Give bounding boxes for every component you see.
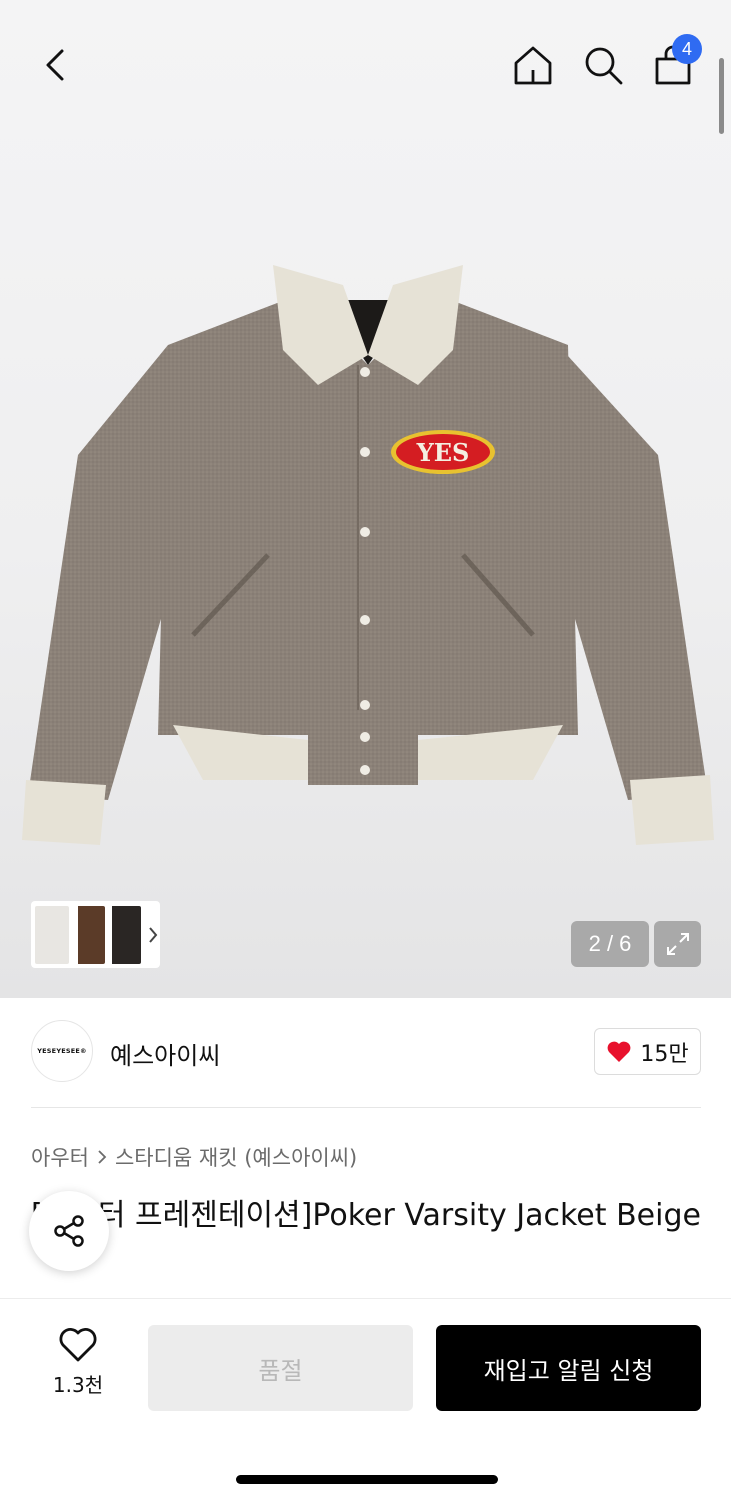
thumbnail-beige[interactable] bbox=[35, 905, 69, 964]
product-title: [아우터 프레젠테이션]Poker Varsity Jacket Beige bbox=[31, 1198, 701, 1233]
brand-like-button[interactable]: 15만 bbox=[594, 1028, 701, 1075]
restock-alert-button[interactable]: 재입고 알림 신청 bbox=[436, 1325, 701, 1411]
heart-outline-icon bbox=[59, 1328, 97, 1362]
fullscreen-button[interactable] bbox=[654, 921, 701, 967]
back-icon bbox=[46, 49, 64, 81]
search-icon bbox=[585, 47, 623, 85]
cart-button[interactable]: 4 bbox=[648, 34, 702, 90]
thumbnail-black[interactable] bbox=[107, 905, 141, 964]
thumbnail-brown[interactable] bbox=[71, 905, 105, 964]
brand-name[interactable]: 예스아이씨 bbox=[110, 1036, 220, 1071]
wishlist-button[interactable]: 1.3천 bbox=[40, 1327, 116, 1398]
back-button[interactable] bbox=[30, 40, 80, 90]
heart-filled-icon bbox=[607, 1041, 631, 1062]
share-button[interactable] bbox=[29, 1191, 109, 1271]
color-variant-thumbnails[interactable] bbox=[31, 901, 160, 968]
brand-row: YESEYESEE® 예스아이씨 15만 bbox=[31, 1020, 701, 1086]
brand-logo[interactable]: YESEYESEE® bbox=[31, 1020, 93, 1082]
search-button[interactable] bbox=[578, 40, 628, 90]
share-icon bbox=[54, 1215, 84, 1247]
chevron-right-icon[interactable] bbox=[147, 925, 159, 945]
brand-like-count: 15만 bbox=[640, 1041, 689, 1067]
divider bbox=[31, 1107, 701, 1108]
soldout-button: 품절 bbox=[148, 1325, 413, 1411]
home-indicator bbox=[236, 1475, 498, 1484]
top-navigation-bar: 4 bbox=[0, 0, 731, 130]
breadcrumb: 아우터 스타디움 재킷 (예스아이씨) bbox=[31, 1142, 357, 1172]
patch-text: YES bbox=[416, 438, 470, 467]
image-counter: 2 / 6 bbox=[571, 921, 649, 967]
bottom-action-bar: 1.3천 품절 재입고 알림 신청 bbox=[0, 1298, 731, 1500]
product-image-gallery[interactable]: YES 4 2 / 6 bbox=[0, 0, 731, 998]
home-button[interactable] bbox=[508, 40, 558, 90]
breadcrumb-subcategory[interactable]: 스타디움 재킷 (예스아이씨) bbox=[115, 1142, 357, 1172]
home-icon bbox=[514, 46, 552, 85]
breadcrumb-category[interactable]: 아우터 bbox=[31, 1142, 89, 1172]
scrollbar[interactable] bbox=[719, 58, 724, 134]
chevron-right-icon bbox=[98, 1150, 107, 1164]
cart-count-badge: 4 bbox=[672, 34, 702, 64]
product-image: YES bbox=[22, 265, 714, 845]
wishlist-count: 1.3천 bbox=[52, 1373, 104, 1397]
expand-icon bbox=[666, 933, 689, 955]
